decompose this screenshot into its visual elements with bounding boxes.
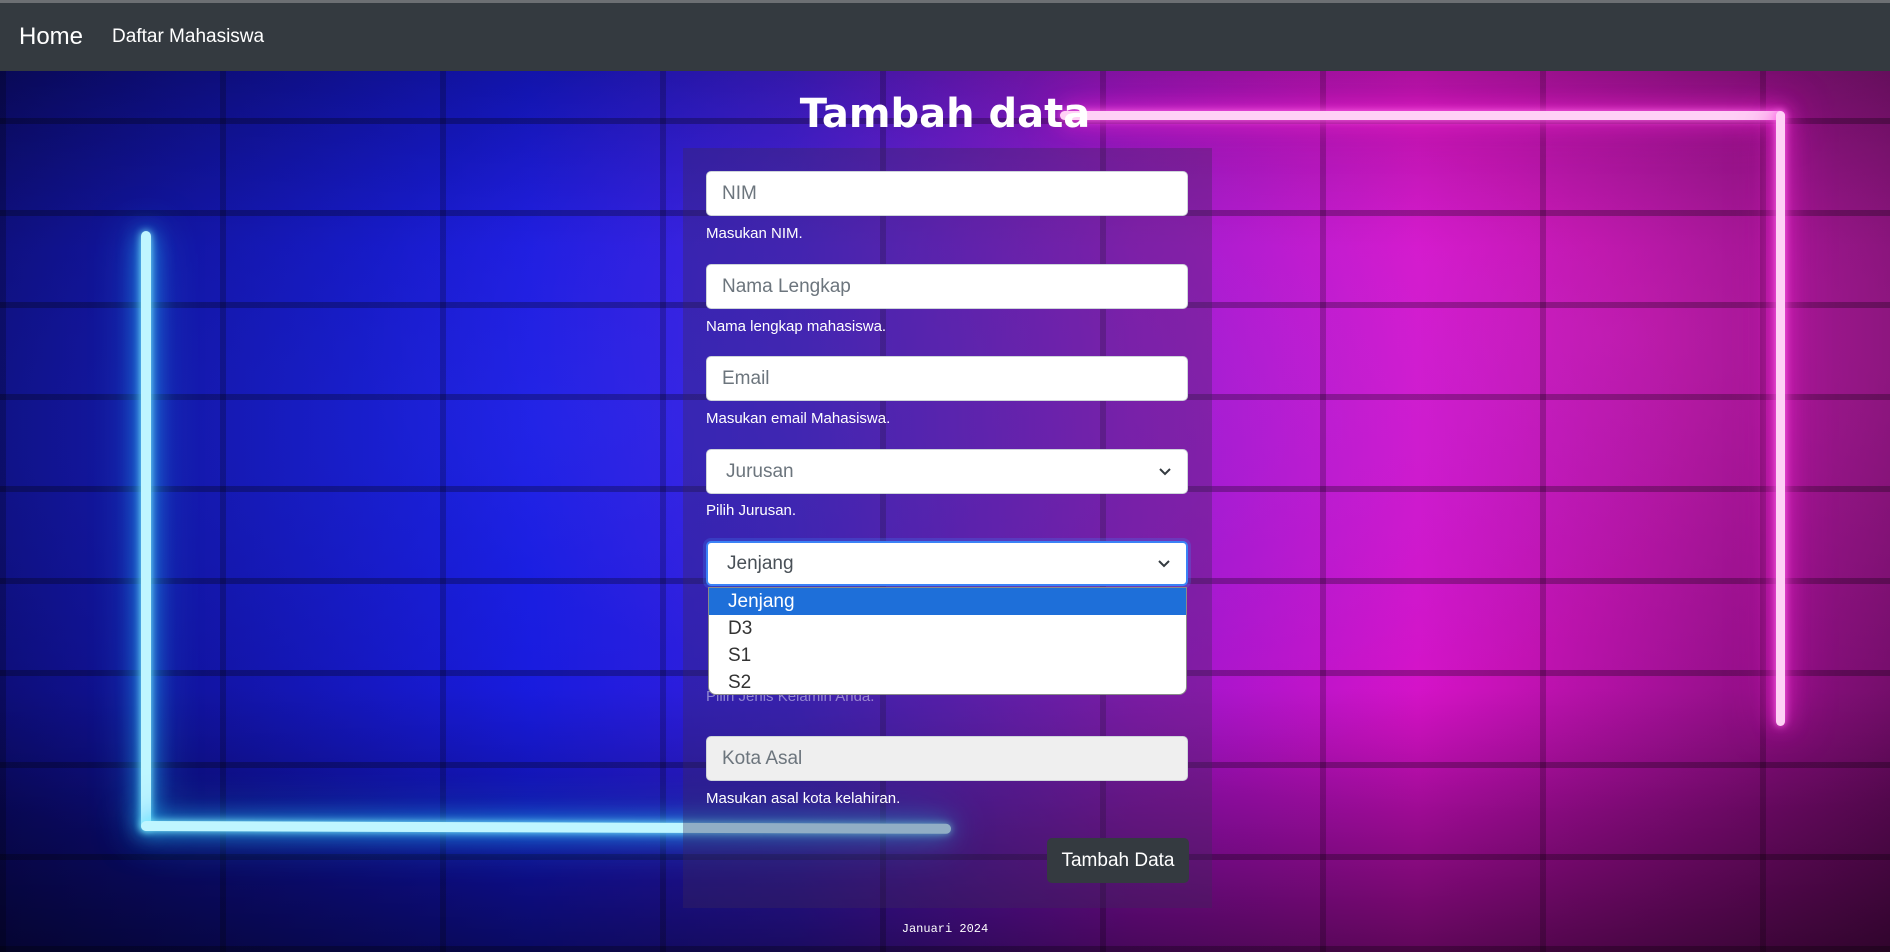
chevron-down-icon	[1159, 467, 1171, 475]
jurusan-select[interactable]: Jurusan	[706, 449, 1188, 494]
page-title: Tambah data	[799, 91, 1091, 137]
kota-asal-help: Masukan asal kota kelahiran.	[706, 790, 901, 807]
nim-input[interactable]: NIM	[706, 171, 1188, 216]
neon-pink-vertical	[1776, 111, 1785, 726]
neon-cyan-vertical	[141, 231, 151, 831]
jenjang-option-d3[interactable]: D3	[709, 615, 1186, 642]
navbar: Home Daftar Mahasiswa	[0, 3, 1890, 71]
jenjang-option-s2[interactable]: S2	[709, 669, 1186, 694]
nim-placeholder: NIM	[722, 182, 757, 204]
footer-date: Januari 2024	[901, 922, 989, 936]
jurusan-selected-value: Jurusan	[726, 460, 794, 482]
email-help: Masukan email Mahasiswa.	[706, 410, 891, 427]
kota-asal-input[interactable]: Kota Asal	[706, 736, 1188, 781]
jenjang-option-s1[interactable]: S1	[709, 642, 1186, 669]
nama-lengkap-placeholder: Nama Lengkap	[722, 275, 851, 297]
jenjang-option[interactable]: Jenjang	[709, 588, 1186, 615]
email-placeholder: Email	[722, 367, 770, 389]
jenjang-selected-value: Jenjang	[727, 552, 794, 574]
jenjang-select[interactable]: Jenjang	[706, 541, 1188, 586]
nama-lengkap-input[interactable]: Nama Lengkap	[706, 264, 1188, 309]
nav-link-daftar-mahasiswa[interactable]: Daftar Mahasiswa	[112, 26, 264, 48]
tambah-data-button[interactable]: Tambah Data	[1047, 838, 1189, 883]
jenjang-dropdown-list: Jenjang D3 S1 S2	[708, 587, 1187, 695]
navbar-brand-home[interactable]: Home	[19, 23, 83, 51]
chevron-down-icon	[1158, 559, 1170, 567]
jurusan-help: Pilih Jurusan.	[706, 502, 797, 519]
kota-asal-placeholder: Kota Asal	[722, 747, 803, 769]
nim-help: Masukan NIM.	[706, 225, 803, 242]
nama-lengkap-help: Nama lengkap mahasiswa.	[706, 318, 887, 335]
email-input[interactable]: Email	[706, 356, 1188, 401]
